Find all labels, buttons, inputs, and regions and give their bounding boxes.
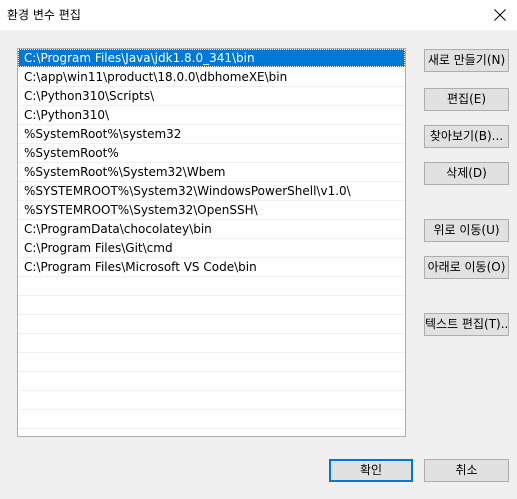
list-item-text: %SYSTEMROOT%\System32\WindowsPowerShell\… — [24, 184, 351, 198]
list-item[interactable]: %SystemRoot%\system32 — [18, 125, 405, 144]
list-item-text: %SYSTEMROOT%\System32\OpenSSH\ — [24, 203, 258, 217]
ok-button[interactable]: 확인 — [329, 459, 413, 482]
list-item-text: C:\app\win11\product\18.0.0\dbhomeXE\bin — [24, 70, 288, 84]
move-down-button[interactable]: 아래로 이동(O) — [424, 256, 509, 279]
move-up-button[interactable]: 위로 이동(U) — [424, 219, 509, 242]
list-item-text: C:\Program Files\Microsoft VS Code\bin — [24, 260, 257, 274]
list-item[interactable]: C:\Python310\ — [18, 106, 405, 125]
empty-list-row[interactable] — [18, 353, 405, 372]
list-item[interactable]: C:\Python310\Scripts\ — [18, 87, 405, 106]
list-item[interactable]: %SYSTEMROOT%\System32\OpenSSH\ — [18, 201, 405, 220]
edit-text-button[interactable]: 텍스트 편집(T)... — [424, 313, 509, 336]
empty-list-row[interactable] — [18, 410, 405, 429]
close-button[interactable] — [483, 0, 517, 30]
list-item-text: C:\Program Files\Java\jdk1.8.0_341\bin — [24, 51, 255, 65]
list-item[interactable]: %SystemRoot% — [18, 144, 405, 163]
list-item-text: C:\Python310\ — [24, 108, 110, 122]
list-item[interactable]: %SYSTEMROOT%\System32\WindowsPowerShell\… — [18, 182, 405, 201]
edit-button[interactable]: 편집(E) — [424, 88, 509, 111]
list-item[interactable]: %SystemRoot%\System32\Wbem — [18, 163, 405, 182]
list-item[interactable]: C:\Program Files\Microsoft VS Code\bin — [18, 258, 405, 277]
list-item-text: %SystemRoot%\System32\Wbem — [24, 165, 226, 179]
list-item[interactable]: C:\Program Files\Java\jdk1.8.0_341\bin — [18, 49, 405, 68]
path-list[interactable]: C:\Program Files\Java\jdk1.8.0_341\bin C:… — [17, 48, 406, 437]
title-bar: 환경 변수 편집 — [0, 0, 517, 30]
cancel-button[interactable]: 취소 — [424, 459, 509, 482]
close-icon — [494, 9, 506, 21]
list-item[interactable]: C:\Program Files\Git\cmd — [18, 239, 405, 258]
list-item-text: C:\Python310\Scripts\ — [24, 89, 155, 103]
list-item[interactable]: C:\ProgramData\chocolatey\bin — [18, 220, 405, 239]
empty-list-row[interactable] — [18, 372, 405, 391]
empty-list-row[interactable] — [18, 296, 405, 315]
window-title: 환경 변수 편집 — [7, 8, 81, 22]
empty-list-row[interactable] — [18, 315, 405, 334]
list-item[interactable]: C:\app\win11\product\18.0.0\dbhomeXE\bin — [18, 68, 405, 87]
edit-environment-variable-dialog: 환경 변수 편집 C:\Program Files\Java\jdk1.8.0_… — [0, 0, 517, 499]
delete-button[interactable]: 삭제(D) — [424, 162, 509, 185]
browse-button[interactable]: 찾아보기(B)... — [424, 125, 509, 148]
list-item-text: C:\Program Files\Git\cmd — [24, 241, 173, 255]
empty-list-row[interactable] — [18, 391, 405, 410]
new-button[interactable]: 새로 만들기(N) — [424, 49, 509, 72]
list-item-text: C:\ProgramData\chocolatey\bin — [24, 222, 212, 236]
empty-list-row[interactable] — [18, 277, 405, 296]
list-item-text: %SystemRoot%\system32 — [24, 127, 182, 141]
empty-list-row[interactable] — [18, 334, 405, 353]
list-item-text: %SystemRoot% — [24, 146, 119, 160]
